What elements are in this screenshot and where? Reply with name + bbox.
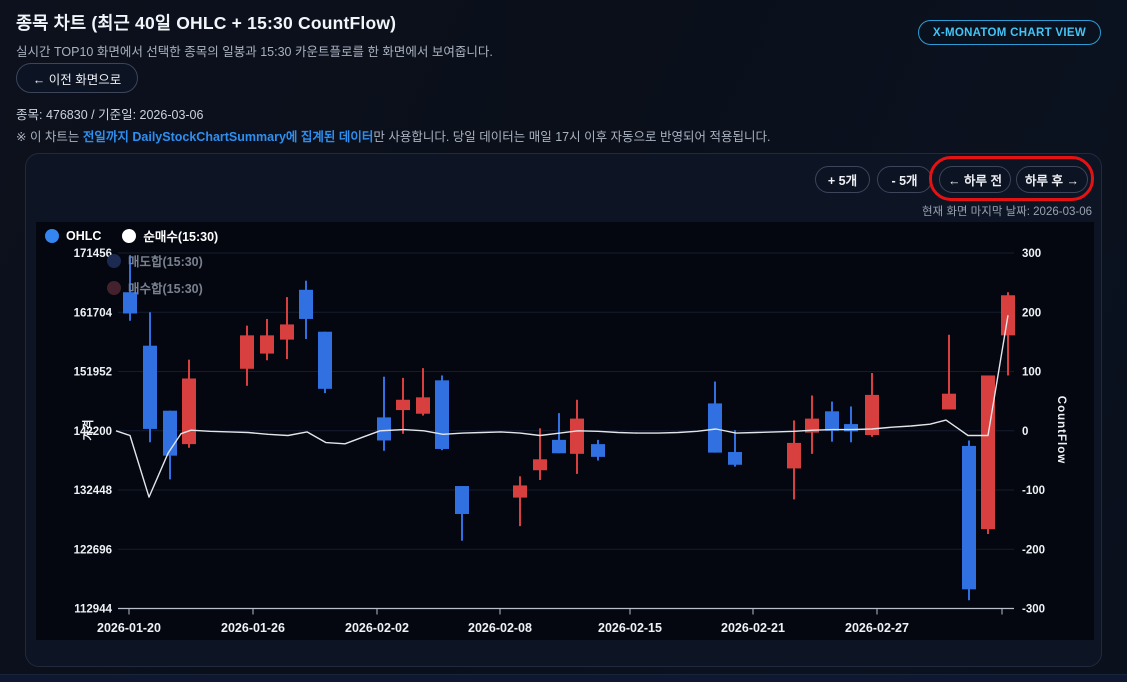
flow-tick-label: -200 bbox=[1022, 544, 1045, 556]
back-button[interactable]: ← 이전 화면으로 bbox=[16, 63, 138, 93]
candle-body bbox=[570, 418, 584, 454]
price-tick-label: 161704 bbox=[74, 307, 113, 319]
flow-tick-label: 0 bbox=[1022, 426, 1028, 438]
candle-body bbox=[728, 452, 742, 465]
candle-body bbox=[260, 335, 274, 354]
candle-body bbox=[455, 486, 469, 514]
candle-body bbox=[981, 375, 995, 530]
flow-axis-title: CountFlow bbox=[1055, 396, 1067, 464]
candle-body bbox=[377, 417, 391, 441]
sell-sum-legend-dot-icon bbox=[107, 253, 121, 268]
legend-row-active: OHLC 순매수(15:30) bbox=[45, 226, 232, 245]
date-tick-label: 2026-02-02 bbox=[345, 621, 409, 635]
candle-body bbox=[787, 442, 801, 469]
legend-item-sell-sum[interactable]: 매도합(15:30) bbox=[107, 251, 203, 270]
note-prefix: ※ 이 차트는 bbox=[16, 130, 83, 144]
buy-sum-legend-dot-icon bbox=[107, 280, 121, 295]
date-tick-label: 2026-02-08 bbox=[468, 621, 532, 635]
legend-label-ohlc: OHLC bbox=[66, 228, 102, 243]
candle-body bbox=[942, 393, 956, 410]
candle-body bbox=[435, 380, 449, 449]
price-tick-label: 132448 bbox=[74, 485, 113, 497]
candle-body bbox=[708, 403, 722, 453]
minus-5-button[interactable]: - 5개 bbox=[877, 166, 932, 193]
candle-body bbox=[240, 335, 254, 369]
price-tick-label: 151952 bbox=[74, 367, 112, 379]
page-title: 종목 차트 (최근 40일 OHLC + 15:30 CountFlow) bbox=[16, 13, 397, 33]
legend-item-net-buy[interactable]: 순매수(15:30) bbox=[122, 226, 218, 245]
flow-tick-label: -300 bbox=[1022, 604, 1045, 616]
stock-info: 종목: 476830 / 기준일: 2026-03-06 bbox=[16, 108, 204, 122]
candle-body bbox=[416, 397, 430, 414]
flow-tick-label: 300 bbox=[1022, 248, 1041, 260]
flow-tick-label: -100 bbox=[1022, 485, 1045, 497]
price-tick-label: 122696 bbox=[74, 544, 112, 556]
legend-label-net-buy: 순매수(15:30) bbox=[143, 230, 219, 244]
date-tick-label: 2026-01-26 bbox=[221, 621, 285, 635]
flow-tick-label: 100 bbox=[1022, 367, 1041, 379]
page-subtitle: 실시간 TOP10 화면에서 선택한 종목의 일봉과 15:30 카운트플로를 … bbox=[16, 45, 493, 59]
candle-body bbox=[299, 289, 313, 319]
candle-body bbox=[143, 345, 157, 429]
x-monatom-chart-view-button[interactable]: X-MONATOM CHART VIEW bbox=[917, 20, 1101, 45]
legend-item-buy-sum[interactable]: 매수합(15:30) bbox=[107, 278, 203, 297]
candle-body bbox=[513, 485, 527, 498]
candle-body bbox=[962, 445, 976, 590]
legend-item-ohlc[interactable]: OHLC bbox=[45, 228, 102, 243]
prev-day-button[interactable]: ← 하루 전 bbox=[939, 166, 1011, 193]
flow-tick-label: 200 bbox=[1022, 307, 1041, 319]
bottom-section-edge bbox=[0, 674, 1127, 682]
candle-body bbox=[182, 378, 196, 445]
candle-body bbox=[163, 410, 177, 456]
candle-body bbox=[533, 459, 547, 471]
candle-body bbox=[591, 444, 605, 457]
date-tick-label: 2026-01-20 bbox=[97, 621, 161, 635]
note-highlight: 전일까지 DailyStockChartSummary에 집계된 데이터 bbox=[82, 130, 374, 144]
candle-body bbox=[396, 399, 410, 411]
note-suffix: 만 사용합니다. 당일 데이터는 매일 17시 이후 자동으로 반영되어 적용됩… bbox=[373, 130, 771, 144]
candle-body bbox=[318, 331, 332, 389]
candle-body bbox=[825, 411, 839, 431]
data-note: ※ 이 차트는 전일까지 DailyStockChartSummary에 집계된… bbox=[16, 126, 770, 145]
price-tick-label: 112944 bbox=[74, 604, 112, 616]
date-tick-label: 2026-02-15 bbox=[598, 621, 662, 635]
legend-label-buy-sum: 매수합(15:30) bbox=[128, 282, 203, 296]
net-buy-legend-dot-icon bbox=[122, 228, 137, 243]
date-tick-label: 2026-02-21 bbox=[721, 621, 785, 635]
stock-chart-page: 종목 차트 (최근 40일 OHLC + 15:30 CountFlow) 실시… bbox=[0, 0, 1127, 682]
candle-body bbox=[552, 439, 566, 454]
plus-5-button[interactable]: + 5개 bbox=[815, 166, 870, 193]
legend-label-sell-sum: 매도합(15:30) bbox=[128, 255, 203, 269]
last-date-caption: 현재 화면 마지막 날짜: 2026-03-06 bbox=[921, 206, 1092, 218]
next-day-button[interactable]: 하루 후 → bbox=[1016, 166, 1088, 193]
price-axis-title: 가격 bbox=[81, 419, 95, 440]
date-tick-label: 2026-02-27 bbox=[845, 621, 909, 635]
candle-body bbox=[280, 324, 294, 340]
ohlc-legend-dot-icon bbox=[45, 228, 59, 243]
